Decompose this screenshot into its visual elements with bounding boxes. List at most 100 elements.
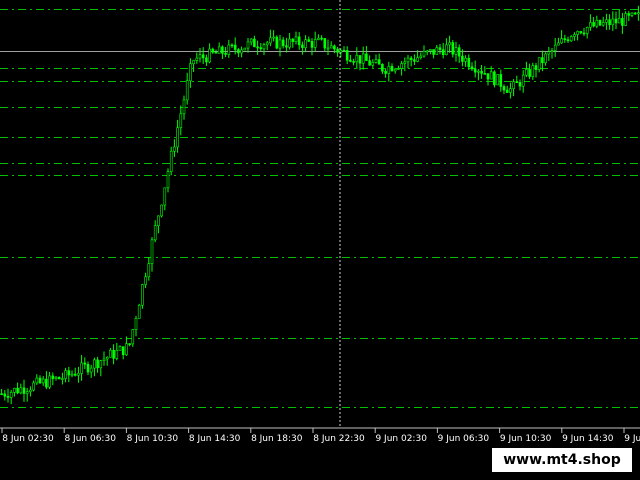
candle-body bbox=[566, 39, 570, 42]
candle-body bbox=[585, 27, 589, 34]
candle-body bbox=[3, 393, 7, 397]
candle-body bbox=[329, 45, 333, 49]
candle-body bbox=[259, 47, 263, 50]
candle-body bbox=[381, 64, 384, 72]
candle-body bbox=[297, 36, 301, 46]
candle-body bbox=[569, 36, 573, 42]
candle-body bbox=[233, 44, 237, 50]
x-tick-label: 9 Jun 06:30 bbox=[438, 434, 490, 444]
candle-body bbox=[19, 387, 23, 394]
candle-body bbox=[153, 225, 157, 241]
candle-body bbox=[323, 38, 327, 49]
candle-body bbox=[134, 318, 138, 330]
candle-body bbox=[61, 378, 64, 380]
candle-body bbox=[374, 59, 378, 63]
candle-body bbox=[137, 304, 141, 319]
x-tick-label: 8 Jun 18:30 bbox=[251, 434, 303, 444]
candle-body bbox=[630, 12, 634, 16]
candle-body bbox=[557, 42, 560, 46]
candle-body bbox=[96, 359, 99, 369]
x-tick-label: 9 Jun 10:30 bbox=[500, 434, 552, 444]
candle-body bbox=[553, 44, 557, 51]
candle-body bbox=[400, 63, 403, 69]
x-tick-label: 8 Jun 22:30 bbox=[313, 434, 365, 444]
candle-body bbox=[269, 37, 272, 44]
candle bbox=[598, 19, 602, 27]
candle-body bbox=[358, 55, 362, 64]
candle-body bbox=[493, 71, 496, 86]
candle-body bbox=[185, 80, 189, 101]
candle-body bbox=[582, 32, 586, 35]
candle-body bbox=[377, 59, 381, 65]
candle-body bbox=[278, 39, 282, 49]
candle-body bbox=[16, 387, 19, 394]
candle-body bbox=[201, 54, 205, 59]
candle-body bbox=[105, 357, 109, 360]
watermark-text: www.mt4.shop bbox=[503, 452, 621, 468]
candle-body bbox=[537, 57, 541, 70]
candle-body bbox=[83, 362, 87, 365]
candle-body bbox=[403, 61, 407, 64]
watermark: www.mt4.shop bbox=[492, 448, 632, 472]
candle-body bbox=[419, 55, 423, 58]
x-tick-label: 8 Jun 14:30 bbox=[189, 434, 241, 444]
candle-body bbox=[633, 12, 637, 15]
candle-body bbox=[253, 38, 256, 48]
candle-body bbox=[48, 375, 51, 388]
candle-body bbox=[89, 367, 93, 373]
candle-body bbox=[256, 46, 259, 49]
candle-body bbox=[637, 12, 640, 15]
candle-body bbox=[499, 74, 503, 87]
candle-body bbox=[262, 44, 266, 50]
candle-body bbox=[189, 63, 192, 82]
candle-body bbox=[35, 377, 39, 384]
candle-body bbox=[115, 350, 119, 359]
candle-body bbox=[307, 39, 311, 42]
candle-body bbox=[617, 18, 621, 24]
candle-body bbox=[477, 70, 480, 73]
candle-body bbox=[509, 88, 512, 93]
candle-body bbox=[489, 71, 493, 80]
candle-body bbox=[505, 89, 509, 93]
candle-body bbox=[246, 41, 250, 49]
candle-body bbox=[86, 363, 90, 373]
candle-body bbox=[198, 54, 202, 59]
candle-body bbox=[326, 47, 330, 50]
candle-body bbox=[118, 346, 122, 351]
candle-body bbox=[368, 60, 371, 66]
candle-body bbox=[435, 47, 439, 55]
candle-body bbox=[496, 74, 499, 86]
candle-body bbox=[608, 19, 611, 26]
candle-body bbox=[317, 37, 320, 40]
candle-body bbox=[13, 387, 16, 393]
candle bbox=[275, 35, 279, 50]
candle-body bbox=[416, 57, 419, 62]
candle-body bbox=[272, 36, 275, 39]
candle-body bbox=[547, 51, 551, 55]
candle-body bbox=[208, 48, 211, 63]
candle-body bbox=[342, 49, 346, 52]
candle-body bbox=[288, 38, 291, 48]
candle-body bbox=[237, 49, 240, 54]
candle-body bbox=[217, 46, 221, 54]
candle-body bbox=[195, 57, 199, 61]
candle-body bbox=[441, 49, 445, 55]
price-chart: 8 Jun 02:30 8 Jun 06:30 8 Jun 10:30 8 Jun 1… bbox=[0, 0, 640, 480]
candle-body bbox=[576, 31, 579, 35]
candle-body bbox=[128, 343, 131, 345]
candle-body bbox=[320, 37, 323, 40]
candle bbox=[493, 70, 496, 88]
candle-body bbox=[265, 42, 269, 46]
candle-body bbox=[451, 42, 455, 55]
candle-body bbox=[211, 48, 215, 53]
x-tick-label: 8 Jun 06:30 bbox=[64, 434, 116, 444]
candle-body bbox=[409, 57, 413, 60]
candle-body bbox=[425, 50, 429, 53]
candle-body bbox=[621, 18, 624, 26]
candle-body bbox=[77, 373, 80, 376]
candle-body bbox=[281, 39, 285, 46]
x-tick-label: 8 Jun 02:30 bbox=[2, 434, 54, 444]
candle-body bbox=[624, 13, 627, 26]
candle-body bbox=[243, 47, 247, 51]
candle-body bbox=[432, 49, 435, 55]
